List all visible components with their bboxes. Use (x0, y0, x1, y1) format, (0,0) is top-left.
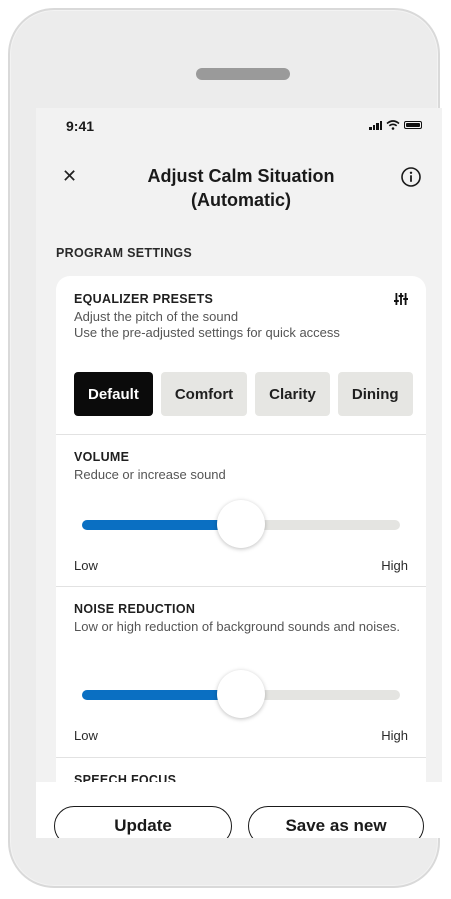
preset-comfort-button[interactable]: Comfort (160, 372, 248, 416)
preset-chips: Default Comfort Clarity Dining (74, 372, 413, 416)
status-icons (369, 120, 422, 130)
noise-reduction-block: NOISE REDUCTION Low or high reduction of… (56, 602, 426, 635)
info-icon[interactable] (400, 166, 422, 188)
volume-slider-thumb[interactable] (217, 500, 265, 548)
equalizer-settings-icon[interactable] (394, 292, 408, 306)
noise-reduction-description: Low or high reduction of background soun… (74, 619, 400, 634)
phone-frame: 9:41 ✕ Adjust Calm Situation (Automatic) (8, 8, 442, 888)
close-icon[interactable]: ✕ (62, 166, 77, 187)
save-as-new-button[interactable]: Save as new (248, 806, 424, 838)
update-button[interactable]: Update (54, 806, 232, 838)
noise-reduction-slider[interactable] (82, 670, 400, 718)
preset-dining-button[interactable]: Dining (337, 372, 413, 416)
noise-reduction-slider-thumb[interactable] (217, 670, 265, 718)
equalizer-block: EQUALIZER PRESETS Adjust the pitch of th… (56, 292, 426, 341)
noise-reduction-range-labels: Low High (74, 728, 408, 743)
volume-title: VOLUME (74, 450, 130, 464)
divider (56, 757, 426, 758)
status-bar: 9:41 (36, 108, 442, 148)
equalizer-description: Adjust the pitch of the sound Use the pr… (74, 309, 340, 340)
noise-reduction-title: NOISE REDUCTION (74, 602, 196, 616)
wifi-icon (386, 120, 400, 130)
volume-high-label: High (381, 558, 408, 573)
volume-block: VOLUME Reduce or increase sound (56, 450, 426, 483)
page-title: Adjust Calm Situation (Automatic) (147, 166, 335, 210)
bottom-action-bar: Update Save as new (36, 782, 442, 838)
preset-clarity-button[interactable]: Clarity (255, 372, 330, 416)
nav-header: ✕ Adjust Calm Situation (Automatic) (36, 160, 442, 220)
noise-reduction-low-label: Low (74, 728, 98, 743)
divider (56, 586, 426, 587)
signal-icon (369, 120, 382, 130)
settings-card: EQUALIZER PRESETS Adjust the pitch of th… (56, 276, 426, 838)
phone-speaker (196, 68, 290, 80)
equalizer-title: EQUALIZER PRESETS (74, 292, 214, 306)
volume-range-labels: Low High (74, 558, 408, 573)
preset-default-button[interactable]: Default (74, 372, 153, 416)
divider (56, 434, 426, 435)
battery-icon (404, 121, 422, 129)
section-title: PROGRAM SETTINGS (56, 246, 193, 260)
status-time: 9:41 (66, 118, 95, 134)
volume-description: Reduce or increase sound (74, 467, 226, 482)
volume-slider[interactable] (82, 500, 400, 548)
noise-reduction-high-label: High (381, 728, 408, 743)
app-screen: 9:41 ✕ Adjust Calm Situation (Automatic) (36, 108, 442, 838)
volume-low-label: Low (74, 558, 98, 573)
